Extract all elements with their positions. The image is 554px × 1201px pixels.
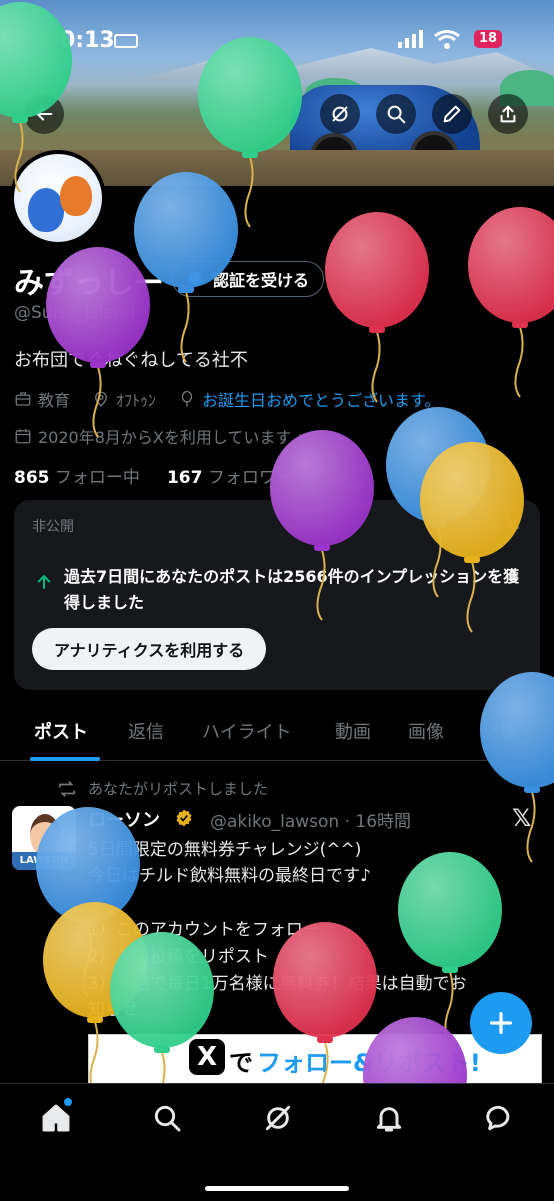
gold-verified-icon — [176, 809, 192, 827]
followers-link[interactable]: 167 フォロワー — [167, 468, 293, 488]
close-icon[interactable]: ✕ — [504, 512, 522, 537]
follow-stats: 865 フォロー中 167 フォロワー — [14, 463, 293, 488]
chevron-right-icon: › — [297, 426, 304, 446]
tab-replies[interactable]: 返信 — [128, 718, 164, 744]
share-icon — [500, 105, 516, 123]
repost-label: あなたがリポストしました — [88, 780, 269, 798]
post-author-avatar[interactable]: LAWSON — [12, 806, 76, 870]
profile-tabs: ポスト 返信 ハイライト 動画 画像 記事 — [0, 706, 554, 761]
location-pin-icon — [95, 391, 107, 407]
nav-grok[interactable] — [262, 1102, 294, 1134]
post-text-line: 3）抽選で毎日1万名様に無料券！結果は自動でお — [88, 974, 467, 994]
calendar-icon — [15, 429, 31, 444]
impressions-text: 過去7日間にあなたのポストは2566件のインプレッションを獲得しました — [64, 567, 520, 612]
notification-dot — [64, 1098, 72, 1106]
post-text-line: 5日間限定の無料券チャレンジ(^^) — [88, 840, 362, 860]
home-indicator — [205, 1186, 349, 1191]
promo-de: で — [229, 1049, 253, 1077]
messages-icon — [486, 1105, 510, 1131]
category-label: 教育 — [38, 391, 71, 410]
verified-badge-icon — [187, 270, 203, 288]
nav-home[interactable] — [40, 1098, 72, 1134]
analytics-button[interactable]: アナリティクスを利用する — [32, 628, 267, 670]
nav-notifications[interactable] — [373, 1102, 405, 1134]
back-button[interactable] — [24, 94, 64, 134]
post-author-name[interactable]: ローソン — [88, 806, 160, 832]
balloon — [325, 212, 429, 403]
tab-posts[interactable]: ポスト — [34, 718, 88, 744]
profile-avatar[interactable] — [10, 150, 106, 246]
home-icon — [42, 1104, 70, 1132]
tab-videos[interactable]: 動画 — [335, 718, 371, 744]
balloon — [480, 672, 554, 863]
x-logo-icon: 𝕏 — [512, 804, 532, 832]
post-time: 16時間 — [355, 812, 412, 832]
birthday-label[interactable]: お誕生日おめでとうございます。 — [202, 387, 440, 411]
tab-images[interactable]: 画像 — [408, 718, 444, 744]
search-icon — [387, 105, 406, 124]
profile-birthday[interactable]: お誕生日おめでとうございます。 — [178, 387, 440, 411]
search-button[interactable] — [376, 94, 416, 134]
post-text-line: 1）このアカウントをフォロー — [88, 920, 320, 940]
followers-label: フォロワー — [207, 468, 293, 488]
battery-indicator: 18 — [474, 30, 502, 48]
nav-messages[interactable] — [483, 1102, 515, 1134]
lawson-logo: LAWSON — [12, 852, 76, 870]
profile-joined: 2020年8月からXを利用しています › — [14, 424, 304, 448]
search-icon — [154, 1105, 181, 1132]
active-tab-indicator — [30, 757, 100, 761]
location-label: ｵﾌﾄｩﾝ — [116, 391, 157, 410]
orange-slime — [60, 176, 92, 216]
display-name: みずっしー — [14, 266, 164, 301]
following-link[interactable]: 865 フォロー中 — [14, 468, 140, 488]
joined-label: 2020年8月からXを利用しています — [38, 428, 292, 447]
wifi-icon — [434, 30, 460, 54]
post-text-line: 知らせ — [88, 1000, 139, 1020]
get-verified-button[interactable]: 認証を受ける — [172, 261, 325, 297]
promo-headline: フォロー&リポスト! — [257, 1049, 481, 1077]
balloon — [468, 207, 554, 398]
compose-post-button[interactable] — [470, 992, 532, 1054]
signal-icon — [398, 30, 424, 52]
tab-highlights[interactable]: ハイライト — [202, 718, 292, 744]
following-count: 865 — [14, 468, 50, 488]
profile-bio: お布団でぐねぐねしてる社不 — [14, 350, 248, 371]
post-handle-text: @akiko_lawson — [210, 812, 340, 832]
tab-articles[interactable]: 記事 — [482, 718, 518, 744]
post-author-handle: @akiko_lawson · 16時間 — [210, 812, 412, 832]
bottom-navigation — [0, 1083, 554, 1201]
insight-card: 非公開 ✕ 過去7日間にあなたのポストは2566件のインプレッションを獲得しまし… — [14, 500, 540, 690]
x-logo-badge: X — [189, 1039, 225, 1075]
post-text-line: 今日はチルド飲料無料の最終日です♪ — [88, 866, 371, 886]
balloon-icon — [181, 390, 193, 407]
repost-icon — [58, 781, 76, 797]
get-verified-label: 認証を受ける — [213, 271, 310, 290]
post-image[interactable]: X で フォロー&リポスト! — [88, 1034, 542, 1084]
blue-slime — [28, 188, 64, 232]
followers-count: 167 — [166, 468, 203, 488]
profile-category: 教育 — [14, 387, 70, 411]
edit-button[interactable] — [432, 94, 472, 134]
share-button[interactable] — [488, 94, 528, 134]
briefcase-icon — [15, 392, 31, 406]
user-handle: @Suiso_island — [14, 303, 136, 323]
grok-button[interactable] — [320, 94, 360, 134]
arrow-up-icon — [37, 574, 51, 589]
status-time: 0:13 — [60, 28, 115, 53]
pencil-icon — [443, 105, 461, 123]
bell-icon — [376, 1107, 402, 1132]
bed-icon — [114, 34, 138, 48]
grok-icon — [265, 1105, 291, 1131]
card-private-label: 非公開 — [32, 519, 74, 535]
arrow-left-icon — [36, 107, 53, 121]
profile-location: ｵﾌﾄｩﾝ — [92, 387, 156, 411]
following-label: フォロー中 — [54, 468, 140, 488]
post-text-line: 2）この投稿をリポスト — [88, 947, 269, 967]
nav-search[interactable] — [151, 1102, 183, 1134]
plus-icon — [490, 1012, 512, 1034]
grok-icon — [332, 106, 348, 122]
